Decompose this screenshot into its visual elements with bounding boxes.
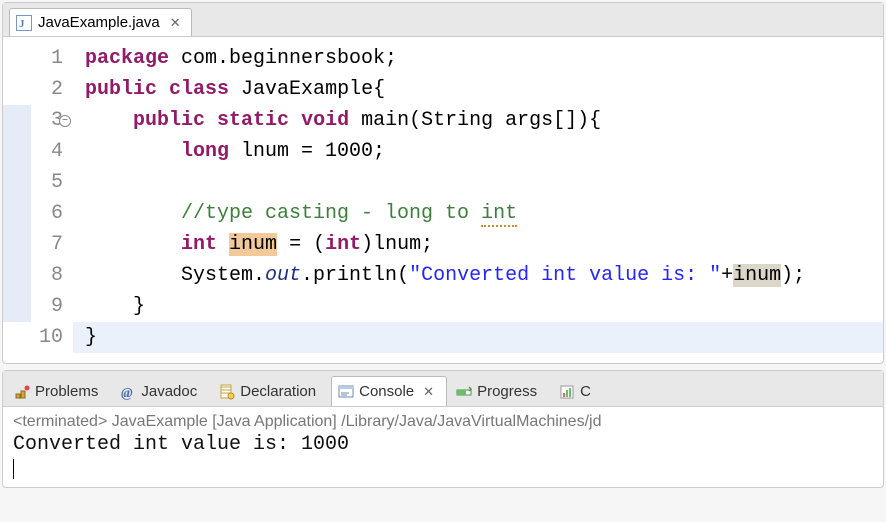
coverage-icon — [559, 384, 575, 400]
javadoc-icon: @ — [120, 384, 136, 400]
gutter-row — [3, 105, 31, 136]
console-cursor — [13, 459, 14, 479]
code-line[interactable]: public class JavaExample{ — [73, 74, 883, 105]
console-output: Converted int value is: 1000 — [13, 431, 873, 456]
tab-label: Progress — [477, 383, 537, 400]
java-file-icon: J — [16, 15, 32, 31]
console-panel: Problems @ Javadoc Declaration Console ✕ Progr… — [2, 370, 884, 488]
tab-label: Problems — [35, 383, 98, 400]
line-number-gutter: 123−45678910 — [31, 43, 73, 353]
line-number: 9 — [31, 291, 63, 322]
tab-c[interactable]: C — [552, 376, 604, 406]
console-icon — [338, 384, 354, 400]
console-tab-bar: Problems @ Javadoc Declaration Console ✕ Progr… — [3, 371, 883, 407]
declaration-icon — [219, 384, 235, 400]
tab-progress[interactable]: Progress — [449, 376, 550, 406]
line-number: 8 — [31, 260, 63, 291]
line-number: 2 — [31, 74, 63, 105]
close-icon[interactable]: ✕ — [170, 15, 181, 31]
code-line[interactable]: int inum = (int)lnum; — [73, 229, 883, 260]
code-line[interactable]: } — [73, 291, 883, 322]
tab-label: Javadoc — [141, 383, 197, 400]
close-icon[interactable]: ✕ — [423, 384, 434, 400]
tab-javadoc[interactable]: @ Javadoc — [113, 376, 210, 406]
line-number: 10 — [31, 322, 63, 353]
tab-problems[interactable]: Problems — [7, 376, 111, 406]
line-number: 6 — [31, 198, 63, 229]
problems-icon — [14, 384, 30, 400]
code-line[interactable] — [73, 167, 883, 198]
editor-panel: J JavaExample.java ✕ 123−45678910 packag… — [2, 2, 884, 364]
line-number: 3− — [31, 105, 63, 136]
code-line[interactable]: long lnum = 1000; — [73, 136, 883, 167]
tab-label: Console — [359, 383, 414, 400]
code-line[interactable]: package com.beginnersbook; — [73, 43, 883, 74]
gutter-row — [3, 43, 31, 74]
code-line[interactable]: } — [73, 322, 883, 353]
line-number: 7 — [31, 229, 63, 260]
svg-text:J: J — [19, 18, 25, 30]
code-content[interactable]: package com.beginnersbook;public class J… — [73, 43, 883, 353]
code-line[interactable]: public static void main(String args[]){ — [73, 105, 883, 136]
gutter-row — [3, 136, 31, 167]
code-line[interactable]: //type casting - long to int — [73, 198, 883, 229]
tab-declaration[interactable]: Declaration — [212, 376, 329, 406]
editor-tab[interactable]: J JavaExample.java ✕ — [9, 8, 192, 36]
tab-console[interactable]: Console ✕ — [331, 376, 447, 406]
svg-text:@: @ — [121, 386, 133, 400]
progress-icon — [456, 384, 472, 400]
line-number: 4 — [31, 136, 63, 167]
gutter-row — [3, 260, 31, 291]
gutter-row — [3, 198, 31, 229]
gutter-row — [3, 229, 31, 260]
editor-tab-bar: J JavaExample.java ✕ — [3, 3, 883, 37]
marker-gutter — [3, 43, 31, 353]
gutter-row — [3, 167, 31, 198]
line-number: 1 — [31, 43, 63, 74]
gutter-row — [3, 322, 31, 353]
gutter-row — [3, 291, 31, 322]
fold-toggle-icon[interactable]: − — [59, 115, 71, 127]
code-line[interactable]: System.out.println("Converted int value … — [73, 260, 883, 291]
tab-label: Declaration — [240, 383, 316, 400]
tab-label: C — [580, 383, 591, 400]
line-number: 5 — [31, 167, 63, 198]
console-status-line: <terminated> JavaExample [Java Applicati… — [13, 413, 873, 431]
gutter-row — [3, 74, 31, 105]
editor-tab-label: JavaExample.java — [38, 14, 160, 31]
code-area[interactable]: 123−45678910 package com.beginnersbook;p… — [3, 37, 883, 363]
console-body: <terminated> JavaExample [Java Applicati… — [3, 407, 883, 487]
